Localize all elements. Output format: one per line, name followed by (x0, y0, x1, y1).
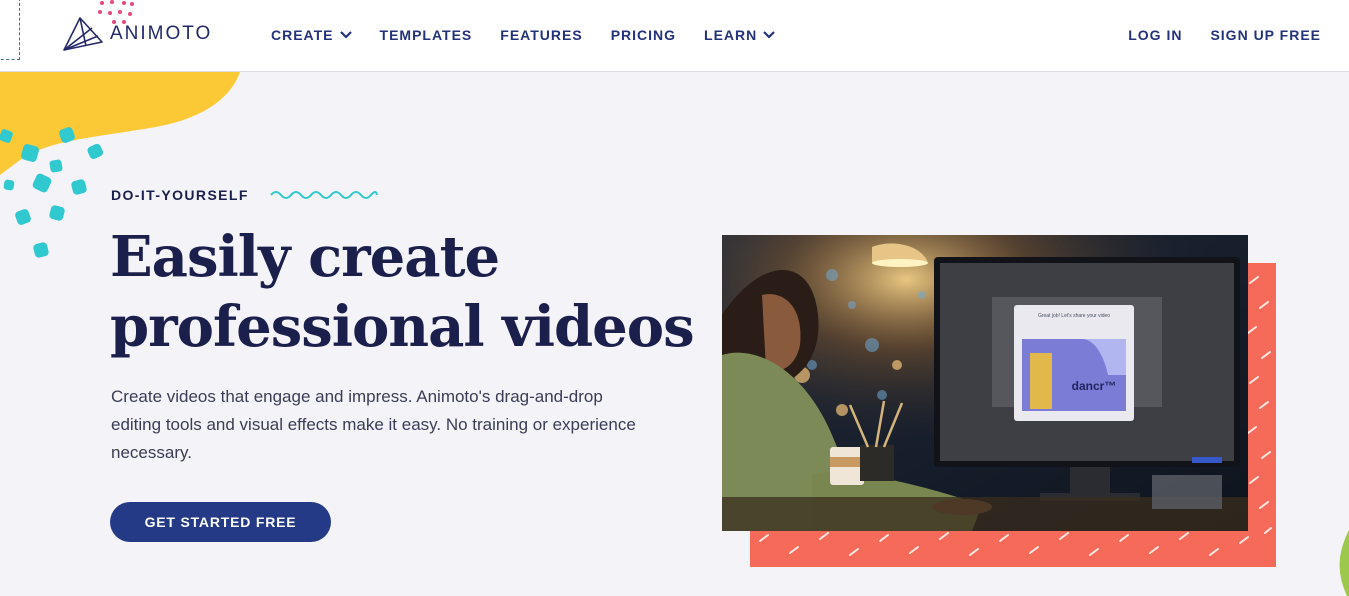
hero-subcopy: Create videos that engage and impress. A… (111, 387, 636, 462)
nav-pricing-label: PRICING (610, 27, 677, 43)
animoto-logo-icon (63, 17, 103, 51)
login-link[interactable]: LOG IN (1128, 27, 1182, 43)
nav-templates-label: TEMPLATES (379, 27, 473, 43)
nav-templates[interactable]: TEMPLATES (380, 27, 473, 43)
green-leaf-decor (1339, 530, 1349, 596)
nav-create[interactable]: CREATE (271, 27, 352, 43)
headline-line-2: professional videos (110, 294, 695, 360)
account-nav: LOG IN SIGN UP FREE (1128, 27, 1321, 43)
nav-learn-label: LEARN (704, 27, 758, 43)
get-started-free-button[interactable]: GET STARTED FREE (110, 502, 331, 542)
video-brand-text: dancr™ (1072, 379, 1117, 393)
modal-title: Great job! Let's share your video (1038, 313, 1110, 319)
decorative-dashed-box (0, 0, 20, 60)
hero-headline: Easily create professional videos (110, 222, 710, 362)
nav-features-label: FEATURES (500, 27, 583, 43)
eyebrow-row: DO-IT-YOURSELF (111, 187, 379, 203)
headline-line-1: Easily create (110, 224, 500, 290)
logo-text: ANIMOTO (110, 23, 213, 44)
animoto-logo[interactable]: ANIMOTO (62, 16, 212, 52)
eyebrow-label: DO-IT-YOURSELF (111, 187, 249, 203)
person-at-computer-illustration: Great job! Let's share your video dancr™ (722, 235, 1248, 531)
site-header: ANIMOTO CREATE TEMPLATES FEATURES PRICIN… (0, 0, 1349, 72)
main-nav: CREATE TEMPLATES FEATURES PRICING LEARN (271, 27, 776, 43)
chevron-down-icon (339, 31, 352, 39)
hero-photo: Great job! Let's share your video dancr™ (722, 235, 1248, 531)
nav-pricing[interactable]: PRICING (611, 27, 676, 43)
nav-learn[interactable]: LEARN (704, 27, 776, 43)
nav-create-label: CREATE (271, 27, 334, 43)
signup-free-link[interactable]: SIGN UP FREE (1210, 27, 1321, 43)
wavy-line-icon (270, 191, 378, 199)
chevron-down-icon (763, 31, 776, 39)
nav-features[interactable]: FEATURES (500, 27, 582, 43)
